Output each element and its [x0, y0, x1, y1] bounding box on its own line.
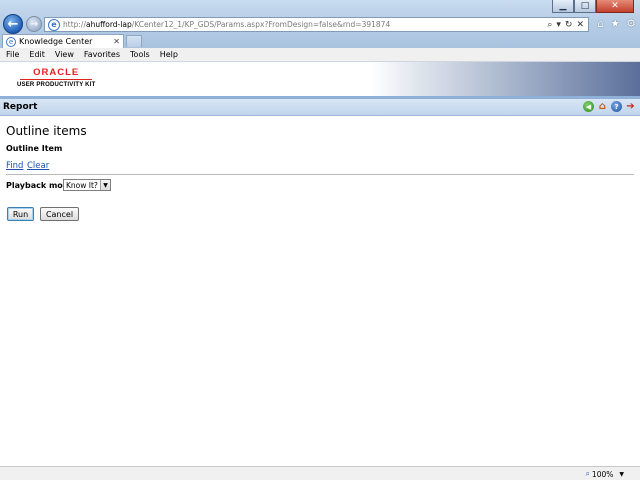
menu-tools[interactable]: Tools — [130, 50, 156, 59]
back-circle-icon[interactable]: ◀ — [583, 101, 594, 112]
zoom-control[interactable]: ⌕ 100% ▼ — [585, 469, 624, 479]
address-tools: ⌕ ▾ ↻ ✕ — [547, 20, 588, 30]
logo-underline — [20, 79, 93, 80]
section-label-outline-item: Outline Item — [6, 144, 63, 153]
gear-icon[interactable]: ⚙ — [626, 17, 636, 30]
chevron-down-icon[interactable]: ▼ — [100, 180, 110, 190]
dropdown-arrow-icon[interactable]: ▾ — [556, 20, 561, 30]
zoom-level: 100% — [591, 469, 614, 479]
forward-arrow-icon: → — [29, 18, 39, 30]
refresh-icon[interactable]: ↻ — [565, 20, 573, 30]
maximize-icon: □ — [580, 0, 590, 11]
run-button[interactable]: Run — [7, 207, 34, 221]
logo-brand: ORACLE — [33, 67, 80, 78]
address-path: /KCenter12_1/KP_GDS/Params.aspx?FromDesi… — [131, 20, 391, 29]
oracle-upk-logo: ORACLE USER PRODUCTIVITY KIT — [17, 67, 96, 89]
tab-knowledge-center[interactable]: e Knowledge Center ✕ — [2, 34, 124, 48]
status-bar: ⌕ 100% ▼ — [0, 466, 640, 480]
menu-favorites[interactable]: Favorites — [84, 50, 126, 59]
exit-icon[interactable]: ➔ — [625, 101, 636, 112]
ie-tab-icon: e — [6, 36, 16, 47]
close-window-button[interactable]: ✕ — [596, 0, 634, 13]
back-button[interactable]: ← — [3, 14, 23, 34]
back-arrow-icon: ← — [7, 16, 19, 32]
tab-label: Knowledge Center — [19, 37, 93, 46]
menu-view[interactable]: View — [55, 50, 80, 59]
report-header-bar: Report ◀ ⌂ ? ➔ — [0, 96, 640, 116]
page-title: Outline items — [6, 124, 87, 138]
menu-bar: File Edit View Favorites Tools Help — [0, 48, 640, 62]
playback-mode-select[interactable]: Know It? ▼ — [63, 179, 111, 191]
favorites-star-icon[interactable]: ★ — [610, 17, 620, 30]
cancel-button[interactable]: Cancel — [40, 207, 79, 221]
playback-mode-value: Know It? — [66, 180, 98, 190]
menu-file[interactable]: File — [6, 50, 25, 59]
browser-toolbar-right: ⌂ ★ ⚙ — [597, 17, 636, 30]
zoom-dropdown-icon[interactable]: ▼ — [619, 471, 624, 478]
zoom-icon: ⌕ — [585, 469, 590, 478]
minimize-icon: ▁ — [559, 0, 567, 11]
report-title: Report — [3, 102, 38, 112]
menu-edit[interactable]: Edit — [29, 50, 51, 59]
divider — [6, 174, 634, 175]
close-icon: ✕ — [611, 0, 619, 11]
address-host: ahufford-lap — [85, 20, 132, 29]
window-controls: ▁ □ ✕ — [552, 0, 634, 13]
report-toolbar: ◀ ⌂ ? ➔ — [583, 101, 636, 112]
home-icon[interactable]: ⌂ — [597, 17, 604, 30]
oracle-banner: ORACLE USER PRODUCTIVITY KIT — [0, 62, 640, 96]
stop-icon[interactable]: ✕ — [576, 20, 584, 30]
new-tab-button[interactable] — [126, 35, 142, 47]
address-url[interactable]: http://ahufford-lap/KCenter12_1/KP_GDS/P… — [63, 20, 547, 29]
menu-help[interactable]: Help — [160, 50, 184, 59]
ie-favicon-icon: e — [48, 18, 60, 31]
search-icon[interactable]: ⌕ — [547, 20, 552, 30]
help-icon[interactable]: ? — [611, 101, 622, 112]
home-page-icon[interactable]: ⌂ — [597, 101, 608, 112]
logo-product: USER PRODUCTIVITY KIT — [17, 82, 96, 88]
forward-button[interactable]: → — [26, 16, 42, 32]
address-bar[interactable]: e http://ahufford-lap/KCenter12_1/KP_GDS… — [44, 17, 589, 32]
tab-close-icon[interactable]: ✕ — [113, 37, 120, 46]
clear-link[interactable]: Clear — [27, 161, 49, 171]
minimize-button[interactable]: ▁ — [552, 0, 574, 13]
find-link[interactable]: Find — [6, 161, 23, 171]
browser-chrome: ▁ □ ✕ ← → e http://ahufford-lap/KCenter1… — [0, 0, 640, 48]
maximize-button[interactable]: □ — [574, 0, 596, 13]
